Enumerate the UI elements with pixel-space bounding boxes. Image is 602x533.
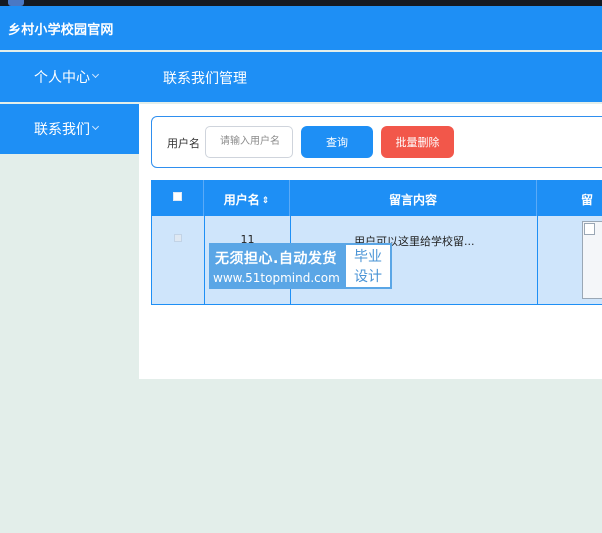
sidebar-item-contact[interactable]: 联系我们	[0, 104, 139, 154]
sidebar: 联系我们	[0, 104, 139, 154]
watermark-line2: www.51topmind.com	[213, 271, 340, 285]
username-label: 用户名	[167, 137, 200, 150]
header-extra-label: 留	[581, 193, 594, 207]
row-image-cell	[538, 216, 602, 304]
broken-image-glyph	[584, 223, 595, 235]
top-nav: 个人中心 联系我们管理	[0, 52, 602, 102]
row-select-cell	[152, 216, 205, 304]
batch-delete-button[interactable]: 批量删除	[381, 126, 454, 158]
site-header: 乡村小学校园官网	[0, 6, 602, 50]
menu-personal-center[interactable]: 个人中心	[0, 52, 139, 102]
search-bar: 用户名 请输入用户名 查询 批量删除	[151, 116, 602, 168]
watermark-tag1: 毕业	[354, 249, 382, 265]
broken-image-icon	[582, 221, 602, 299]
watermark-tag: 毕业 设计	[344, 243, 392, 289]
watermark-tag2: 设计	[354, 269, 382, 285]
watermark-text: 无须担心.自动发货 www.51topmind.com	[209, 243, 344, 289]
table-header: 用户名 ⇕ 留言内容 留	[151, 180, 602, 216]
breadcrumb: 联系我们管理	[163, 71, 247, 87]
header-username[interactable]: 用户名 ⇕	[204, 180, 290, 216]
chevron-down-icon	[91, 70, 100, 79]
chevron-down-icon	[91, 122, 100, 131]
header-username-label: 用户名	[223, 193, 260, 207]
header-message-label: 留言内容	[388, 193, 437, 207]
header-extra: 留	[537, 180, 602, 216]
sort-icon[interactable]: ⇕	[262, 196, 270, 206]
username-input[interactable]: 请输入用户名	[205, 126, 293, 158]
query-button[interactable]: 查询	[301, 126, 373, 158]
main-panel: 用户名 请输入用户名 查询 批量删除 用户名 ⇕ 留言内容 留 11 用户可以这…	[139, 104, 602, 379]
row-checkbox[interactable]	[174, 234, 182, 242]
menu-personal-center-label: 个人中心	[34, 70, 90, 86]
header-select-cell	[151, 180, 204, 216]
select-all-checkbox[interactable]	[173, 192, 182, 201]
header-message: 留言内容	[290, 180, 537, 216]
sidebar-item-label: 联系我们	[34, 122, 90, 138]
watermark-line1: 无须担心.自动发货	[215, 251, 337, 267]
site-title: 乡村小学校园官网	[8, 23, 114, 38]
watermark-banner: 无须担心.自动发货 www.51topmind.com 毕业 设计	[209, 243, 392, 289]
